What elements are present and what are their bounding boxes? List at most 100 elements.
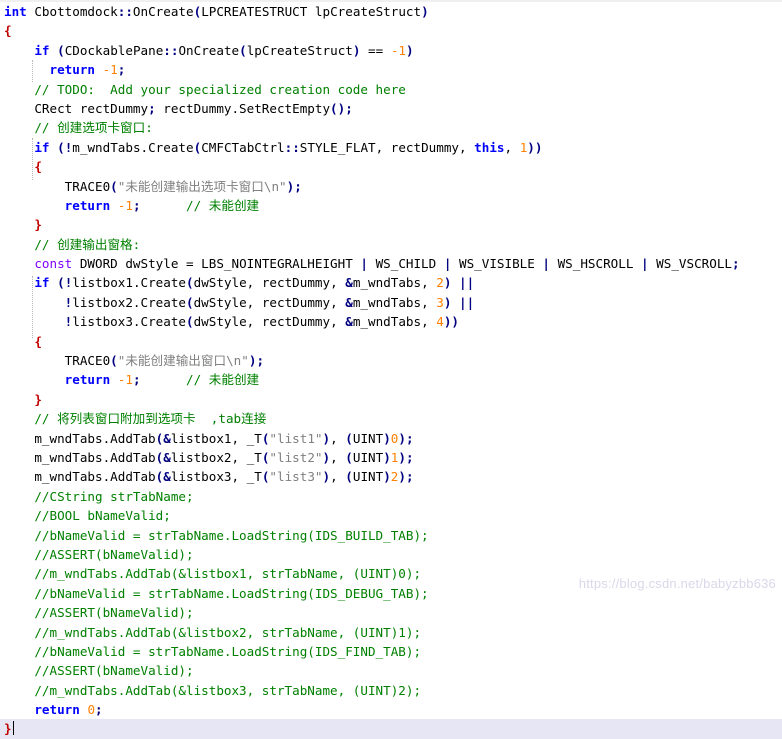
code-token-pl: m_wndTabs.AddTab [4,430,156,446]
code-token-pl: CDockablePane [64,42,164,58]
text-caret [12,721,14,736]
code-token-pl: UINT [352,430,384,446]
code-line[interactable]: return -1; // 未能创建 [0,196,782,215]
code-line[interactable]: //m_wndTabs.AddTab(&listbox2, strTabName… [0,623,782,642]
code-line[interactable]: TRACE0("未能创建输出选项卡窗口\n"); [0,177,782,196]
code-token-punct: ; [117,62,126,78]
code-token-pl: UINT [352,449,384,465]
code-line[interactable]: if (!m_wndTabs.Create(CMFCTabCtrl::STYLE… [0,138,782,157]
code-line[interactable]: //m_wndTabs.AddTab(&listbox1, strTabName… [0,564,782,583]
code-line[interactable]: } [0,719,782,739]
code-token-punct: ; [732,256,740,272]
code-token-kw: int [4,4,27,19]
code-token-punct: ; [405,449,414,465]
code-line[interactable]: m_wndTabs.AddTab(&listbox1, _T ("list1"),… [0,429,782,448]
code-line[interactable]: // TODO: Add your specialized creation c… [0,80,782,99]
code-token-brace: { [4,23,12,39]
code-token-str: "未能创建输出选项卡窗口\n" [117,178,287,194]
code-line[interactable]: //bNameValid = strTabName.LoadString(IDS… [0,584,782,603]
code-token-pl: WS_VSCROLL [648,256,732,272]
code-token-pl: dwStyle, rectDummy, [193,314,346,330]
code-line[interactable]: //bNameValid = strTabName.LoadString(IDS… [0,526,782,545]
code-token-punct: (& [155,469,171,485]
code-token-cmt: //m_wndTabs.AddTab(&listbox3, strTabName… [34,682,422,698]
code-token-cmt: //CString strTabName; [34,488,194,504]
code-token-punct: ( [186,275,194,291]
code-line[interactable]: //ASSERT(bNameValid); [0,545,782,564]
code-token-num: 2 [436,275,444,291]
code-token-brace: } [4,721,12,737]
code-token-punct: ; [405,469,414,485]
code-token-punct: ) [405,42,414,58]
code-line[interactable]: return -1; // 未能创建 [0,370,782,389]
code-line[interactable]: //ASSERT(bNameValid); [0,661,782,680]
code-token-punct: ( [110,178,118,194]
code-token-punct: ; [256,353,265,369]
code-token-kw: if [34,42,50,58]
code-line[interactable]: //bNameValid = strTabName.LoadString(IDS… [0,642,782,661]
code-line[interactable]: m_wndTabs.AddTab(&listbox3, _T ("list3"),… [0,467,782,486]
code-token-punct: | [360,256,368,272]
code-line[interactable]: { [0,21,782,40]
code-line[interactable]: //ASSERT(bNameValid); [0,603,782,622]
code-token-pl: m_wndTabs.Create [72,139,194,155]
code-line[interactable]: if (!listbox1.Create(dwStyle, rectDummy,… [0,273,782,292]
code-line[interactable]: //BOOL bNameValid; [0,506,782,525]
code-line[interactable]: } [0,390,782,409]
code-editor-surface[interactable]: int Cbottomdock::OnCreate(LPCREATESTRUCT… [0,0,782,739]
code-line[interactable]: //m_wndTabs.AddTab(&listbox3, strTabName… [0,681,782,700]
code-token-pl: WS_CHILD [367,256,444,272]
code-line[interactable]: !listbox3.Create(dwStyle, rectDummy, &m_… [0,312,782,331]
code-token-punct: ( [186,314,194,330]
code-token-punct: || [459,275,475,291]
code-line[interactable]: { [0,157,782,176]
code-line[interactable]: // 将列表窗口附加到选项卡 ,tab连接 [0,409,782,428]
code-token-pl: CMFCTabCtrl [201,139,285,155]
code-line[interactable]: return 0; [0,700,782,719]
code-line[interactable]: !listbox2.Create(dwStyle, rectDummy, &m_… [0,293,782,312]
code-token-pl: listbox1, _T [170,430,262,446]
code-token-punct: & [345,275,353,291]
code-line[interactable]: } [0,215,782,234]
code-token-kw: return [64,197,111,213]
code-line[interactable]: const DWORD dwStyle = LBS_NOINTEGRALHEIG… [0,254,782,273]
code-token-cmt: //bNameValid = strTabName.LoadString(IDS… [34,527,429,543]
code-line[interactable]: { [0,332,782,351]
code-line[interactable]: CRect rectDummy; rectDummy.SetRectEmpty(… [0,99,782,118]
code-token-punct: ( [345,430,353,446]
code-line[interactable]: int Cbottomdock::OnCreate(LPCREATESTRUCT… [0,2,782,21]
code-token-punct: ; [132,372,141,388]
code-token-punct: & [345,314,353,330]
code-token-punct: ; [345,100,353,116]
code-token-punct: ; [148,100,156,116]
code-token-punct: ) [398,469,406,485]
code-lines-container[interactable]: int Cbottomdock::OnCreate(LPCREATESTRUCT… [0,2,782,739]
code-token-pl: lpCreateStruct [246,42,353,58]
code-token-cmt: // 未能创建 [186,197,260,213]
code-line[interactable]: TRACE0("未能创建输出窗口\n"); [0,351,782,370]
code-line[interactable]: //CString strTabName; [0,487,782,506]
code-token-num: 0 [87,702,96,718]
code-line[interactable]: return -1; [0,60,782,79]
code-line[interactable]: // 创建选项卡窗口: [0,118,782,137]
code-line[interactable]: if (CDockablePane::OnCreate(lpCreateStru… [0,41,782,60]
code-token-num: 3 [436,294,444,310]
code-token-punct: ( [345,449,353,465]
code-line[interactable]: // 创建输出窗格: [0,235,782,254]
code-token-punct: ; [95,702,103,718]
code-line[interactable]: m_wndTabs.AddTab(&listbox2, _T ("list2"),… [0,448,782,467]
